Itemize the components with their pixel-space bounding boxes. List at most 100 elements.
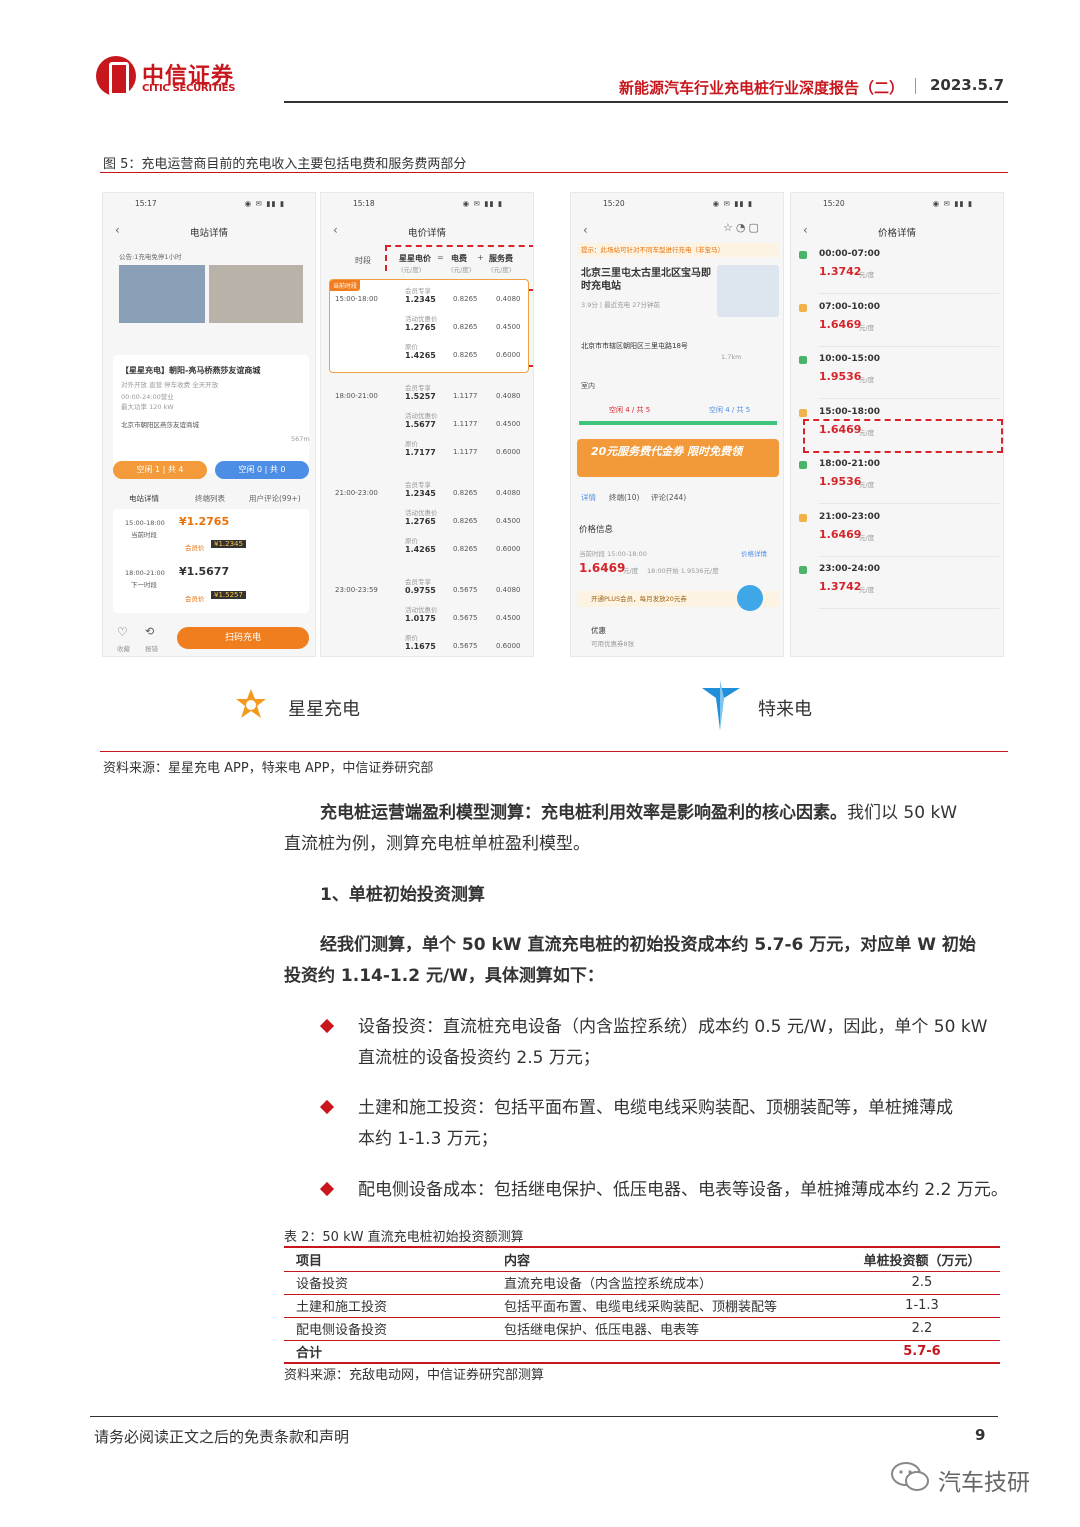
indoor-label: 室内	[581, 382, 595, 390]
service-price: 0.4080	[496, 392, 521, 400]
slot-divider	[819, 293, 999, 294]
slot-unit: 元/度	[859, 271, 875, 279]
header-rule	[284, 101, 1008, 103]
table-total-row: 合计 5.7-6	[284, 1340, 1000, 1364]
station-distance: 567m	[291, 435, 310, 443]
table-cell	[504, 1340, 844, 1364]
promo-title: 优惠	[591, 626, 606, 635]
tier-label: 活动优惠价	[405, 606, 438, 614]
slot-icon	[799, 566, 807, 574]
slot-time: 07:00-10:00	[819, 301, 881, 312]
paragraph-2: 经我们测算，单个 50 kW 直流充电桩的初始投资成本约 5.7-6 万元，对应…	[320, 935, 976, 955]
slot-icon	[799, 356, 807, 364]
slot-price: 1.3742	[819, 580, 862, 593]
period-time: 18:00-21:00	[335, 392, 378, 400]
price-slots-card: 15:00-18:00 当前时段 ¥1.2765 会员价 ¥1.2345 18:…	[113, 509, 309, 613]
station-address: 北京市朝阳区燕莎友谊商城	[121, 421, 199, 429]
elec-price: 0.5675	[453, 614, 478, 622]
total-price: 0.9755	[405, 586, 436, 595]
slot-icon	[799, 408, 807, 417]
table-cell: 合计	[284, 1340, 504, 1364]
star-charge-logo-icon	[236, 689, 266, 718]
table-row: 配电侧设备投资 包括继电保护、低压电器、电表等 2.2	[284, 1317, 1000, 1341]
bullet-diamond-icon	[319, 1181, 335, 1197]
report-icon: ⟲	[145, 625, 155, 638]
screen-title: 电价详情	[407, 228, 446, 239]
slot-label: 下一时段	[131, 581, 157, 589]
elec-price: 1.1177	[453, 392, 478, 400]
status-bar: 15:20 ◉ ✉ ▮▮ ▮	[823, 199, 973, 208]
bullet-1: 设备投资：直流桩充电设备（内含监控系统）成本约 0.5 元/W，因此，单个 50…	[358, 1017, 988, 1037]
phone-screenshot-teld-price-detail: 15:20 ◉ ✉ ▮▮ ▮ ‹ 价格详情 00:00-07:00 1.3742 元/…	[790, 192, 1004, 657]
highlight-dash-box	[385, 245, 533, 271]
scan-charge-button: 扫码充电	[177, 627, 309, 649]
total-price: 1.2345	[405, 489, 436, 498]
total-price: 1.5677	[405, 420, 436, 429]
table-caption: 表 2：50 kW 直流充电桩初始投资额测算	[284, 1230, 524, 1245]
table-cell: 2.5	[844, 1271, 1000, 1295]
slot-time: 21:00-23:00	[819, 511, 881, 522]
tab-user-reviews: 用户评论(99+)	[249, 494, 301, 503]
screen-title: 价格详情	[877, 228, 916, 239]
slot-price: 1.6469	[819, 527, 862, 541]
elec-price: 0.5675	[453, 642, 478, 650]
star-share-icons: ☆◔▢	[723, 221, 762, 234]
table-header: 单桩投资额（万元）	[844, 1246, 1000, 1272]
status-bar: 15:20 ◉ ✉ ▮▮ ▮	[603, 199, 753, 208]
tier-label: 活动优惠价	[405, 315, 438, 323]
current-period: 当前时段 15:00-18:00	[579, 550, 647, 558]
table-cell: 包括平面布置、电缆电线采购装配、顶棚装配等	[504, 1294, 844, 1318]
slot-label: 当前时段	[131, 531, 157, 539]
bullet-diamond-icon	[319, 1018, 335, 1034]
service-price: 0.4500	[496, 420, 521, 428]
station-rating: 3.9分 | 最近充电 27分钟前	[581, 301, 660, 309]
slot-time: 10:00-15:00	[819, 354, 881, 364]
table-header-row: 项目 内容 单桩投资额（万元）	[284, 1246, 1000, 1272]
total-price: 1.7177	[405, 448, 436, 457]
p1-bold: 充电桩运营端盈利模型测算：充电桩利用效率是影响盈利的核心因素。	[320, 803, 847, 823]
member-tag: 会员价	[185, 595, 205, 603]
back-icon: ‹	[583, 223, 588, 237]
figure-bottom-rule	[100, 751, 1008, 752]
slot-icon	[799, 513, 807, 522]
status-bar: 15:18 ◉ ✉ ▮▮ ▮	[353, 199, 503, 208]
elec-price: 0.8265	[453, 323, 478, 331]
table-cell: 土建和施工投资	[284, 1294, 504, 1318]
slot-time: 00:00-07:00	[819, 249, 881, 259]
tier-label: 原价	[405, 440, 418, 448]
slot-icon	[799, 251, 807, 259]
slot-divider	[819, 608, 999, 609]
watermark-text: 汽车技研	[938, 1470, 1030, 1496]
slot-price: 1.6469	[819, 317, 862, 331]
table-cell: 2.2	[844, 1317, 1000, 1341]
scan-float-icon	[737, 585, 763, 611]
station-card: 【星星充电】朝阳-亮马桥燕莎友谊商城 对外开放 直营 停车收费 全天开放 00:…	[113, 355, 310, 473]
station-name: 【星星充电】朝阳-亮马桥燕莎友谊商城	[121, 366, 261, 375]
tab-station-detail: 电站详情	[129, 494, 159, 503]
total-price: 1.2765	[405, 323, 436, 332]
slow-charger-count: 空闲 0 | 共 0	[215, 461, 309, 479]
service-price: 0.4500	[496, 614, 521, 622]
service-price: 0.6000	[496, 351, 521, 359]
next-price-hint: 18:00开始 1.9536元/度	[647, 567, 719, 575]
total-price: 1.4265	[405, 545, 436, 554]
promo-sub: 可用优惠券8张	[591, 640, 635, 648]
slot-unit: 元/度	[859, 376, 875, 384]
elec-price: 0.8265	[453, 295, 478, 303]
table-cell: 包括继电保护、低压电器、电表等	[504, 1317, 844, 1341]
table-cell: 配电侧设备投资	[284, 1317, 504, 1341]
footer-disclaimer: 请务必阅读正文之后的免责条款和声明	[94, 1428, 350, 1446]
station-photo	[209, 265, 303, 323]
p1-text: 我们以 50 kW	[847, 803, 958, 823]
bullet-2: 土建和施工投资：包括平面布置、电缆电线采购装配、顶棚装配等，单桩摊薄成	[358, 1098, 953, 1118]
report-date: 2023.5.7	[930, 76, 1005, 94]
col-period: 时段	[355, 256, 371, 265]
highlight-dash-box	[803, 419, 1003, 453]
header-separator	[915, 78, 916, 94]
tier-label: 活动优惠价	[405, 412, 438, 420]
figure-caption: 图 5：充电运营商目前的充电收入主要包括电费和服务费两部分	[103, 157, 467, 172]
slot-time: 15:00-18:00	[819, 406, 881, 417]
car-image	[717, 265, 779, 317]
service-price: 0.4500	[496, 517, 521, 525]
slot-unit: 元/度	[859, 481, 875, 489]
